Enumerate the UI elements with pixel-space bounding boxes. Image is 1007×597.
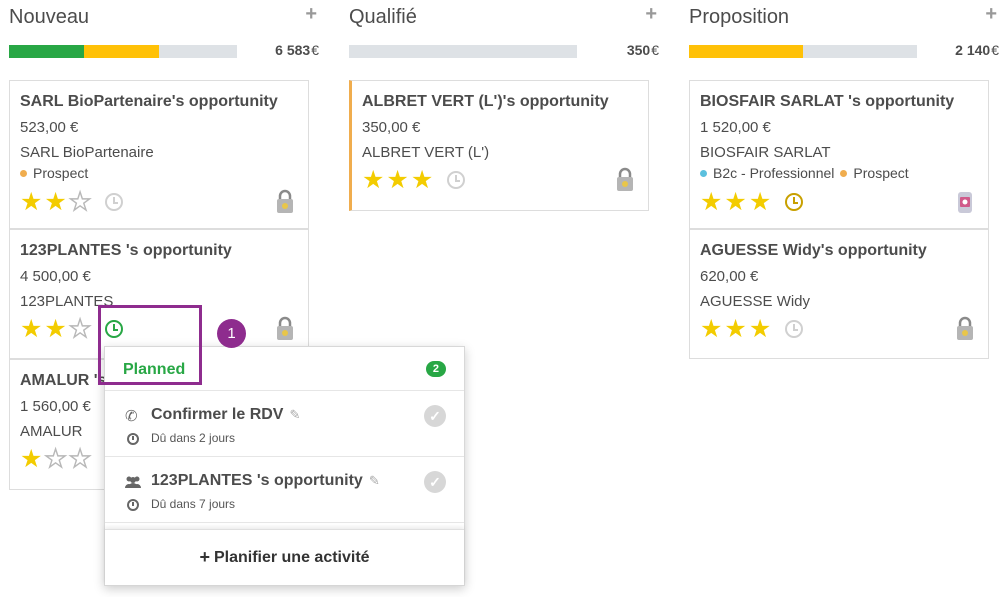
- progress-bar[interactable]: [349, 45, 577, 58]
- star-icon[interactable]: ★: [749, 316, 771, 342]
- star-icon[interactable]: ★: [20, 316, 42, 342]
- pencil-icon[interactable]: ✎: [369, 473, 380, 488]
- column-header: Qualifié +: [349, 0, 659, 36]
- schedule-activity-button[interactable]: + Planifier une activité: [105, 529, 464, 585]
- card-footer: ★ ★ ★: [362, 163, 638, 197]
- column-progress: 350€: [349, 40, 659, 64]
- card-amount: 4 500,00 €: [20, 268, 91, 285]
- star-icon[interactable]: ★: [724, 189, 746, 215]
- progress-bar[interactable]: [689, 45, 917, 58]
- progress-segment-planned[interactable]: [84, 45, 160, 58]
- progress-bar[interactable]: [9, 45, 237, 58]
- tag: Prospect: [840, 165, 909, 181]
- avatar-icon: [277, 316, 293, 340]
- column-total: 6 583€: [275, 42, 319, 58]
- column-progress: 6 583€: [9, 40, 319, 64]
- star-icon[interactable]: ★: [411, 167, 433, 193]
- clock-icon[interactable]: [447, 171, 466, 189]
- card-footer: ★ ★ ★: [20, 185, 298, 219]
- card-partner: SARL BioPartenaire: [20, 144, 154, 161]
- opportunity-card[interactable]: BIOSFAIR SARLAT 's opportunity 1 520,00 …: [689, 80, 989, 229]
- card-title: SARL BioPartenaire's opportunity: [20, 93, 278, 110]
- avatar-icon: [958, 192, 972, 213]
- avatar-icon: [617, 167, 633, 191]
- kanban-column-proposition: Proposition + 2 140€ BIOSFAIR SARLAT 's …: [689, 0, 999, 359]
- card-title: AGUESSE Widy's opportunity: [700, 242, 927, 259]
- add-card-button[interactable]: +: [985, 4, 997, 24]
- column-title: Qualifié: [349, 6, 417, 28]
- card-amount: 1 520,00 €: [700, 119, 771, 136]
- kanban-column-nouveau: Nouveau + 6 583€ SARL BioPartenaire's op…: [9, 0, 319, 490]
- clock-icon: [127, 433, 139, 445]
- clock-icon: [127, 499, 139, 511]
- star-icon[interactable]: ★: [700, 316, 722, 342]
- phone-icon: ✆: [125, 408, 138, 425]
- column-title: Nouveau: [9, 6, 90, 28]
- opportunity-card[interactable]: AGUESSE Widy's opportunity 620,00 € AGUE…: [689, 229, 989, 359]
- column-progress: 2 140€: [689, 40, 999, 64]
- pencil-icon[interactable]: ✎: [289, 407, 300, 422]
- mark-done-button[interactable]: ✓: [424, 471, 446, 493]
- card-tags: B2c - Professionnel Prospect: [700, 165, 978, 181]
- schedule-activity-label: Planifier une activité: [213, 548, 370, 566]
- card-footer: ★ ★ ★: [700, 312, 978, 346]
- column-total: 350€: [626, 42, 659, 58]
- tag: Prospect: [20, 165, 88, 181]
- card-title: ALBRET VERT (L')'s opportunity: [362, 93, 609, 110]
- add-card-button[interactable]: +: [305, 4, 317, 24]
- progress-segment-planned[interactable]: [689, 45, 803, 58]
- star-icon[interactable]: ★: [20, 446, 42, 472]
- avatar-icon: [277, 189, 293, 213]
- tutorial-step-badge: 1: [217, 319, 246, 348]
- star-icon[interactable]: ★: [20, 189, 42, 215]
- star-empty-icon[interactable]: ★: [68, 445, 92, 471]
- opportunity-card[interactable]: SARL BioPartenaire's opportunity 523,00 …: [9, 80, 309, 229]
- plus-icon: +: [199, 547, 210, 567]
- star-icon[interactable]: ★: [44, 189, 66, 215]
- activity-due: Dû dans 7 jours: [151, 497, 236, 511]
- opportunity-card[interactable]: ALBRET VERT (L')'s opportunity 350,00 € …: [349, 80, 649, 211]
- add-card-button[interactable]: +: [645, 4, 657, 24]
- star-icon[interactable]: ★: [362, 167, 384, 193]
- star-empty-icon[interactable]: ★: [44, 445, 68, 471]
- activity-title: Confirmer le RDV ✎: [151, 406, 301, 423]
- mark-done-button[interactable]: ✓: [424, 405, 446, 427]
- card-amount: 620,00 €: [700, 268, 759, 285]
- activity-item[interactable]: 123PLANTES 's opportunity ✎ Dû dans 7 jou…: [105, 457, 464, 523]
- card-title: 123PLANTES 's opportunity: [20, 242, 232, 259]
- card-partner: AGUESSE Widy: [700, 293, 811, 310]
- tutorial-highlight: [98, 305, 202, 385]
- star-icon[interactable]: ★: [724, 316, 746, 342]
- tag: B2c - Professionnel: [700, 165, 834, 181]
- card-title: BIOSFAIR SARLAT 's opportunity: [700, 93, 955, 110]
- star-empty-icon[interactable]: ★: [68, 188, 92, 214]
- card-partner: BIOSFAIR SARLAT: [700, 144, 831, 161]
- clock-icon[interactable]: [105, 193, 124, 211]
- progress-segment-won[interactable]: [9, 45, 85, 58]
- activity-due: Dû dans 2 jours: [151, 431, 236, 445]
- card-amount: 523,00 €: [20, 119, 79, 136]
- users-icon: [125, 476, 141, 488]
- star-icon[interactable]: ★: [44, 316, 66, 342]
- star-icon[interactable]: ★: [700, 189, 722, 215]
- clock-icon[interactable]: [785, 193, 804, 211]
- column-header: Nouveau +: [9, 0, 319, 36]
- activity-item[interactable]: ✆ Confirmer le RDV ✎ Dû dans 2 jours ✓: [105, 391, 464, 457]
- star-icon[interactable]: ★: [386, 167, 408, 193]
- star-icon[interactable]: ★: [749, 189, 771, 215]
- column-title: Proposition: [689, 6, 790, 28]
- card-tags: Prospect: [20, 165, 298, 181]
- card-amount: 350,00 €: [362, 119, 421, 136]
- avatar-icon: [957, 316, 973, 340]
- column-header: Proposition +: [689, 0, 999, 36]
- card-partner: ALBRET VERT (L'): [362, 144, 490, 161]
- kanban-column-qualifie: Qualifié + 350€ ALBRET VERT (L')'s oppor…: [349, 0, 659, 211]
- clock-icon[interactable]: [785, 320, 804, 338]
- column-total: 2 140€: [955, 42, 999, 58]
- activity-title: 123PLANTES 's opportunity ✎: [151, 472, 380, 489]
- star-empty-icon[interactable]: ★: [68, 315, 92, 341]
- card-footer: ★ ★ ★: [700, 185, 978, 219]
- activity-count-badge: 2: [425, 361, 446, 377]
